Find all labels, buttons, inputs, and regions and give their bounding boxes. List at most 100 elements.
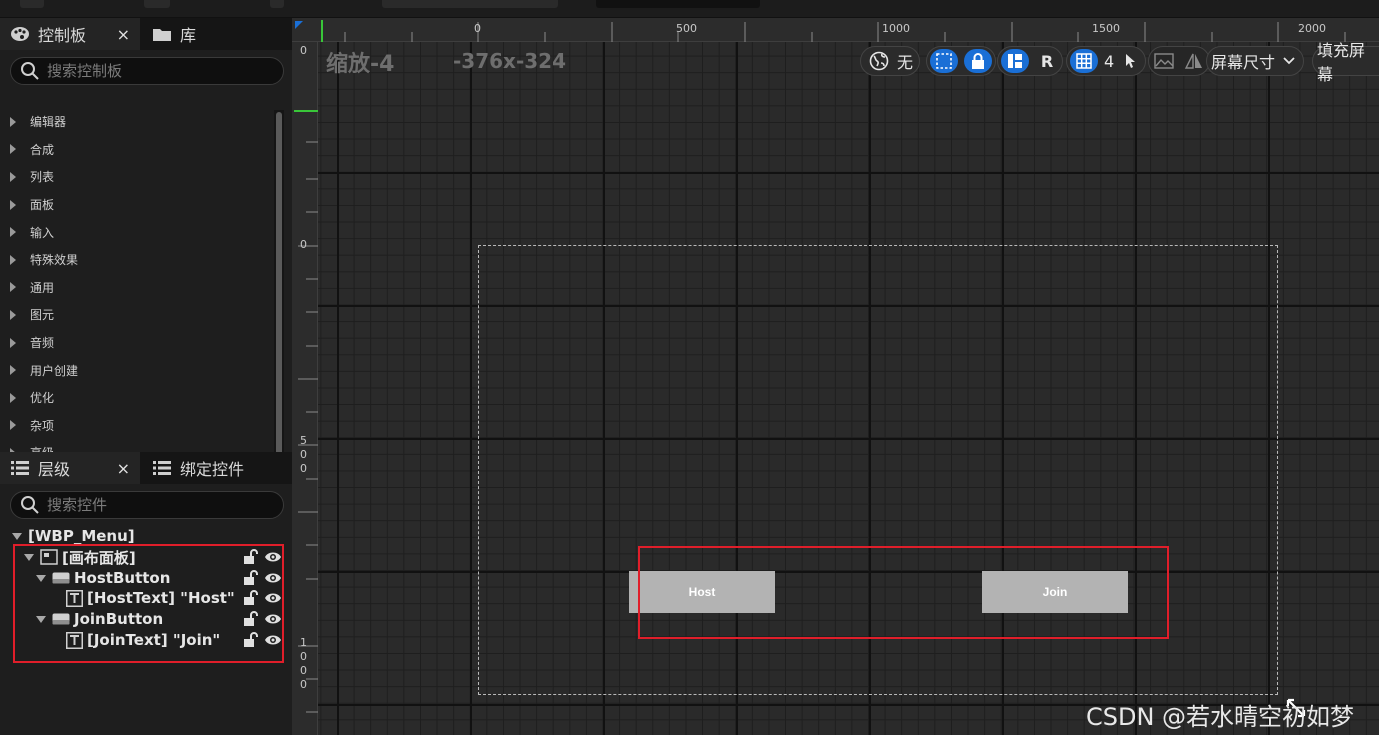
toolbar-dropdown[interactable] [382,0,558,8]
ruler-label: 0 [300,238,307,251]
top-toolbar-strip [0,0,1379,18]
grid-snap-group[interactable]: 4 [1066,46,1147,76]
r-toggle[interactable]: R [1035,49,1059,73]
ruler-ticks [294,110,318,713]
layout-icon[interactable] [1001,49,1029,73]
tab-bind-label: 绑定控件 [180,460,245,479]
toolbar-button[interactable] [20,0,44,8]
design-canvas[interactable]: Host Join [318,42,1379,735]
highlight-box-hierarchy [13,544,284,663]
palette-search[interactable] [10,57,284,85]
expand-arrow-icon [10,365,16,376]
palette-scrollbar[interactable] [274,110,284,460]
respect-locks-group[interactable]: R [997,46,1063,76]
scrollbar-thumb[interactable] [276,112,282,458]
palette-category[interactable]: 优化 [0,384,272,412]
hierarchy-search[interactable] [10,491,284,519]
selection-lock-group[interactable] [926,46,996,76]
ruler-label: 2000 [1298,22,1326,35]
ruler-label: 1500 [1092,22,1120,35]
grid-snap-value[interactable]: 4 [1104,52,1114,71]
highlight-box-buttons [638,546,1169,639]
palette-category-list: 编辑器 合成 列表 面板 输入 特殊效果 通用 图元 音频 用户创建 优化 杂项… [0,108,272,460]
tree-root[interactable]: [WBP_Menu] [12,526,135,546]
tab-library-label: 库 [180,26,197,45]
close-icon[interactable]: × [117,459,130,478]
palette-category[interactable]: 合成 [0,136,272,164]
screen-size-dropdown[interactable]: 屏幕尺寸 [1206,46,1305,76]
expand-arrow-icon [10,254,16,265]
close-icon[interactable]: × [117,25,130,44]
collapse-arrow-icon[interactable] [12,532,22,540]
zoom-level: 缩放-4 [326,52,395,77]
chevron-down-icon [1281,49,1297,73]
tab-palette[interactable]: 控制板 × [0,18,140,50]
ruler-label: 1000 [882,22,910,35]
mirror-icon[interactable] [1182,49,1206,73]
fill-screen-label: 填充屏幕 [1317,41,1366,84]
expand-arrow-icon [10,420,16,431]
hierarchy-tabbar: 层级 × 绑定控件 [0,452,292,484]
expand-arrow-icon [10,144,16,155]
globe-icon [867,49,891,73]
palette-category[interactable]: 通用 [0,274,272,302]
ruler-horizontal: 0 500 1000 1500 2000 [292,18,1379,42]
tab-bind-widgets[interactable]: 绑定控件 [142,452,288,484]
tab-hierarchy[interactable]: 层级 × [0,452,140,484]
preview-group[interactable] [1148,46,1210,76]
ruler-ticks [295,20,1346,42]
palette-category[interactable]: 输入 [0,218,272,246]
screen-size-label: 屏幕尺寸 [1211,53,1276,72]
hierarchy-search-input[interactable] [47,496,267,514]
ruler-label: 5 0 0 [300,434,307,475]
palette-category[interactable]: 编辑器 [0,108,272,136]
search-icon [19,60,41,82]
expand-arrow-icon [10,309,16,320]
ruler-label: 0 [474,22,481,35]
cursor-icon[interactable] [1120,49,1142,73]
fill-screen-dropdown[interactable]: 填充屏幕 [1312,41,1379,84]
image-icon[interactable] [1152,49,1176,73]
palette-category[interactable]: 面板 [0,191,272,219]
world-space-label: 无 [897,53,914,72]
ruler-label: 1 0 0 0 [300,636,307,691]
grid-icon[interactable] [1070,49,1098,73]
left-panel: 控制板 × 库 编辑器 合成 列表 面板 输入 特殊效果 通用 图元 [0,18,292,735]
expand-arrow-icon [10,282,16,293]
watermark: CSDN @若水晴空初如梦 [1086,703,1355,731]
ruler-vertical: 0 0 5 0 0 1 0 0 0 [292,42,318,735]
toolbar-button[interactable] [270,0,284,8]
toolbar-field[interactable] [596,0,760,8]
folder-icon [152,26,172,42]
tab-hierarchy-label: 层级 [38,460,71,479]
expand-arrow-icon [10,337,16,348]
resolution-readout: -376x-324 [453,49,566,73]
expand-arrow-icon [10,392,16,403]
palette-category[interactable]: 列表 [0,163,272,191]
palette-category[interactable]: 音频 [0,329,272,357]
ruler-label: 0 [300,44,307,57]
palette-category[interactable]: 特殊效果 [0,246,272,274]
tab-palette-label: 控制板 [38,26,87,45]
toolbar-button[interactable] [144,0,170,8]
lock-icon[interactable] [964,49,992,73]
ruler-label: 500 [676,22,697,35]
world-space-toggle[interactable]: 无 [860,46,921,76]
palette-category[interactable]: 用户创建 [0,356,272,384]
list-icon [10,460,30,476]
expand-arrow-icon [10,116,16,127]
palette-category[interactable]: 杂项 [0,412,272,440]
designer-viewport[interactable]: 0 500 1000 1500 2000 0 0 5 0 0 1 0 0 0 H… [292,18,1379,735]
palette-category[interactable]: 图元 [0,301,272,329]
expand-arrow-icon [10,171,16,182]
palette-tabbar: 控制板 × 库 [0,18,292,50]
palette-icon [10,26,30,42]
palette-search-input[interactable] [47,62,267,80]
search-icon [19,494,41,516]
tab-library[interactable]: 库 [142,18,282,50]
ue-widget-editor: 控制板 × 库 编辑器 合成 列表 面板 输入 特殊效果 通用 图元 [0,0,1379,735]
marquee-select-icon[interactable] [930,49,958,73]
expand-arrow-icon [10,227,16,238]
expand-arrow-icon [10,199,16,210]
list-icon [152,460,172,476]
